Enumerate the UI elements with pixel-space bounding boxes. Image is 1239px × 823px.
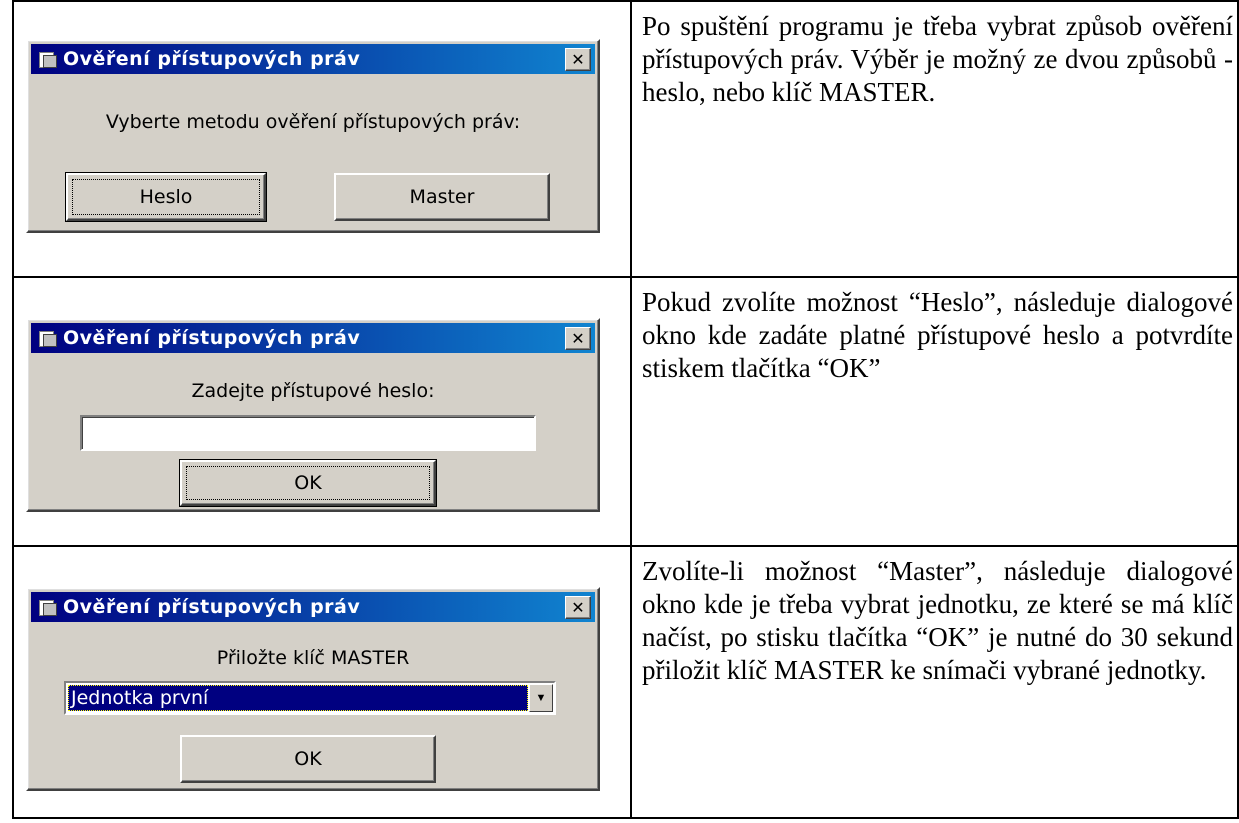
method-dialog: Ověření přístupových práv ✕ Vyberte meto… bbox=[26, 39, 600, 233]
description-cell-master: Zvolíte-li možnost “Master”, následuje d… bbox=[630, 545, 1239, 819]
master-dialog: Ověření přístupových práv ✕ Přiložte klí… bbox=[26, 587, 600, 791]
password-description: Pokud zvolíte možnost “Heslo”, následuje… bbox=[642, 287, 1233, 383]
screenshot-cell-password: Ověření přístupových práv ✕ Zadejte přís… bbox=[12, 276, 632, 547]
dialog-title: Ověření přístupových práv bbox=[63, 327, 361, 349]
window-app-icon bbox=[37, 330, 57, 347]
ok-button-label: OK bbox=[294, 748, 322, 770]
password-field[interactable] bbox=[80, 415, 536, 451]
master-button[interactable]: Master bbox=[334, 173, 550, 221]
screenshot-cell-method: Ověření přístupových práv ✕ Vyberte meto… bbox=[12, 0, 632, 278]
unit-select[interactable]: Jednotka první ▼ bbox=[64, 681, 556, 715]
master-button-label: Master bbox=[409, 186, 475, 208]
dialog-titlebar: Ověření přístupových práv ✕ bbox=[31, 323, 595, 353]
master-prompt: Přiložte klíč MASTER bbox=[216, 647, 410, 669]
master-description: Zvolíte-li možnost “Master”, následuje d… bbox=[642, 556, 1233, 685]
unit-select-value: Jednotka první bbox=[68, 685, 528, 711]
dialog-titlebar: Ověření přístupových práv ✕ bbox=[31, 592, 595, 622]
chevron-down-icon[interactable]: ▼ bbox=[529, 684, 553, 712]
window-app-icon bbox=[37, 599, 57, 616]
window-app-icon bbox=[37, 51, 57, 68]
dialog-title: Ověření přístupových práv bbox=[63, 596, 361, 618]
ok-button[interactable]: OK bbox=[180, 735, 436, 783]
description-cell-password: Pokud zvolíte možnost “Heslo”, následuje… bbox=[630, 276, 1239, 547]
method-prompt: Vyberte metodu ověření přístupových práv… bbox=[105, 111, 521, 133]
password-dialog: Ověření přístupových práv ✕ Zadejte přís… bbox=[26, 318, 600, 512]
close-icon[interactable]: ✕ bbox=[565, 596, 591, 619]
heslo-button[interactable]: Heslo bbox=[65, 172, 267, 222]
dialog-title: Ověření přístupových práv bbox=[63, 48, 361, 70]
dialog-titlebar: Ověření přístupových práv ✕ bbox=[31, 44, 595, 74]
screenshot-cell-master: Ověření přístupových práv ✕ Přiložte klí… bbox=[12, 545, 632, 819]
close-icon[interactable]: ✕ bbox=[565, 327, 591, 350]
ok-button[interactable]: OK bbox=[179, 459, 437, 507]
description-cell-method: Po spuštění programu je třeba vybrat způ… bbox=[630, 0, 1239, 278]
method-description: Po spuštění programu je třeba vybrat způ… bbox=[642, 11, 1233, 107]
password-prompt: Zadejte přístupové heslo: bbox=[191, 380, 435, 402]
document-table: Ověření přístupových práv ✕ Vyberte meto… bbox=[12, 0, 1239, 819]
close-icon[interactable]: ✕ bbox=[565, 48, 591, 71]
